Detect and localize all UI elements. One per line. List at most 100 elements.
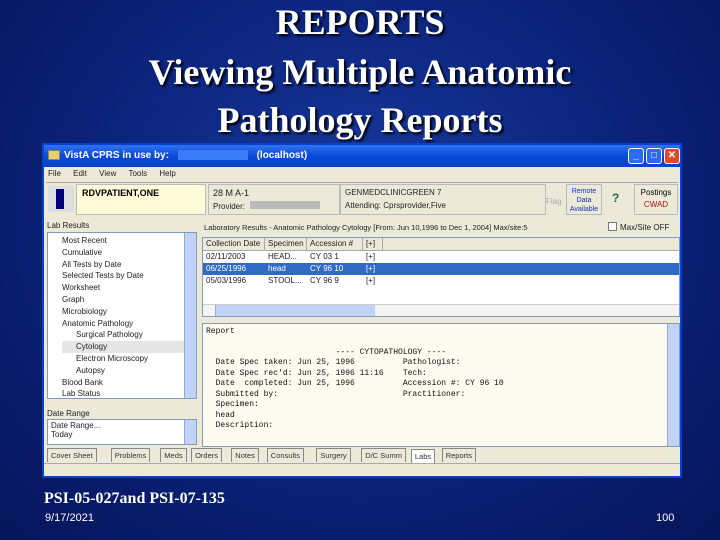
max-site-checkbox[interactable] (608, 222, 617, 231)
column-header[interactable]: Accession # (307, 238, 363, 250)
report-label: Report (206, 327, 235, 336)
close-button[interactable]: ✕ (664, 148, 680, 164)
cprs-window: VistA CPRS in use by: (localhost) _ □ ✕ … (42, 143, 682, 478)
tree-item[interactable]: Most Recent (62, 235, 196, 247)
remote-data-button[interactable]: Remote Data Available (566, 184, 602, 215)
tree-item[interactable]: Electron Microscopy (62, 353, 196, 365)
maximize-button[interactable]: □ (646, 148, 662, 164)
title-bar: VistA CPRS in use by: (localhost) _ □ ✕ (44, 145, 680, 167)
table-row[interactable]: 05/03/1996 STOOL... CY 96 9 [+] (203, 275, 679, 287)
table-cell: 06/25/1996 (206, 264, 247, 273)
provider-label: Provider: (213, 202, 246, 211)
table-cell: CY 96 9 (310, 276, 339, 285)
results-list[interactable]: Collection Date Specimen Accession # [+] 02… (202, 237, 680, 317)
lab-results-tree[interactable]: Most Recent Cumulative All Tests by Date Se… (47, 232, 197, 399)
menu-bar: File Edit View Tools Help (48, 169, 176, 178)
menu-view[interactable]: View (99, 169, 116, 178)
tree-item[interactable]: Surgical Pathology (62, 329, 196, 341)
flag-button[interactable]: Flag (546, 197, 562, 206)
report-line: Specimen: (206, 400, 259, 409)
tree-item[interactable]: Selected Tests by Date (62, 270, 196, 282)
report-line: ---- CYTOPATHOLOGY ---- (206, 347, 447, 357)
table-cell: 02/11/2003 (206, 252, 246, 261)
table-row[interactable]: 02/11/2003 HEAD... CY 03 1 [+] (203, 251, 679, 263)
table-cell: [+] (366, 276, 376, 285)
encounter-info[interactable]: GENMEDCLINICGREEN 7 Attending: Cprsprovi… (340, 184, 546, 215)
tab-problems[interactable]: Problems (110, 448, 151, 462)
tree-item[interactable]: All Tests by Date (62, 259, 196, 271)
tab-cover-sheet[interactable]: Cover Sheet (47, 448, 97, 462)
date-range-scrollbar[interactable] (184, 420, 196, 444)
tab-d-c-summ[interactable]: D/C Summ (361, 448, 406, 462)
tab-bar: Cover Sheet Problems Meds Orders Notes Consul… (47, 448, 679, 463)
date-range-label: Date Range (47, 409, 90, 418)
tree-item[interactable]: Graph (62, 294, 196, 306)
postings-button[interactable]: Postings CWAD (634, 184, 678, 215)
date-range-item[interactable]: Date Range... (51, 421, 193, 430)
tab-orders[interactable]: Orders (191, 448, 223, 462)
report-line: Description: (206, 421, 274, 430)
table-cell: head (268, 264, 286, 273)
patient-demographics: 28 M A-1 (213, 188, 250, 198)
column-header[interactable]: Specimen (265, 238, 307, 250)
window-title: VistA CPRS in use by: (64, 150, 170, 161)
slide-title-line-1: REPORTS (275, 2, 445, 42)
table-cell: HEAD... (268, 252, 297, 261)
date-range-item[interactable]: Today (51, 430, 193, 439)
tab-surgery[interactable]: Surgery (316, 448, 351, 462)
slide-footer-text: PSI-05-027and PSI-07-135 (44, 490, 225, 507)
column-header[interactable]: Collection Date (203, 238, 265, 250)
menu-edit[interactable]: Edit (73, 169, 87, 178)
tree-item[interactable]: Autopsy (62, 365, 196, 377)
horizontal-scrollbar[interactable] (203, 304, 679, 316)
status-bar (44, 463, 680, 476)
menu-help[interactable]: Help (159, 169, 175, 178)
tree-item[interactable]: Anatomic Pathology (62, 318, 196, 330)
patient-bar: RDVPATIENT,ONE 28 M A-1 Provider: GENMED… (46, 182, 678, 215)
report-panel[interactable]: Report ---- CYTOPATHOLOGY ---- Date Spec… (202, 323, 680, 447)
slide-page-number: 100 (656, 512, 675, 524)
tree-item[interactable]: Blood Bank (62, 377, 196, 389)
max-site-label: Max/Site OFF (620, 223, 670, 232)
tree-scrollbar[interactable] (184, 233, 196, 398)
menu-file[interactable]: File (48, 169, 61, 178)
tree-item[interactable]: Cytology (62, 341, 196, 353)
report-line: Date Spec taken: Jun 25, 1996 Pathologis… (206, 358, 461, 367)
minimize-button[interactable]: _ (628, 148, 644, 164)
report-line: Date Spec rec'd: Jun 25, 1996 11:16 Tech… (206, 368, 427, 378)
menu-tools[interactable]: Tools (128, 169, 147, 178)
tab-consults[interactable]: Consults (266, 448, 304, 462)
table-cell: STOOL... (268, 276, 302, 285)
tab-notes[interactable]: Notes (231, 448, 259, 462)
lab-results-label: Lab Results (47, 221, 90, 230)
patient-info[interactable]: 28 M A-1 Provider: (208, 184, 340, 215)
patient-icon (48, 186, 74, 212)
table-row[interactable]: 06/25/1996 head CY 96 10 [+] (203, 263, 679, 275)
tab-meds[interactable]: Meds (160, 448, 187, 462)
table-cell: CY 96 10 (310, 264, 344, 273)
tree-item[interactable]: Worksheet (62, 282, 196, 294)
app-icon (48, 150, 60, 160)
results-header: Laboratory Results - Anatomic Pathology … (204, 223, 528, 232)
tree-item[interactable]: Cumulative (62, 247, 196, 259)
table-cell: CY 03 1 (310, 252, 339, 261)
date-range-list[interactable]: Date Range... Today (47, 419, 197, 445)
report-line: Date completed: Jun 25, 1996 Accession #… (206, 379, 504, 388)
postings-label: Postings (640, 188, 672, 197)
table-cell: [+] (366, 252, 376, 261)
postings-value: CWAD (643, 200, 669, 209)
slide-title-line-3: Pathology Reports (217, 100, 503, 140)
tree-item[interactable]: Microbiology (62, 306, 196, 318)
location: GENMEDCLINICGREEN 7 (345, 188, 442, 197)
report-scrollbar[interactable] (667, 324, 679, 446)
window-host: (localhost) (256, 150, 308, 161)
report-line: head (206, 410, 235, 420)
table-cell: [+] (366, 264, 376, 273)
tree-item[interactable]: Lab Status (62, 388, 196, 400)
patient-name-button[interactable]: RDVPATIENT,ONE (76, 184, 206, 215)
tab-reports[interactable]: Reports (441, 448, 476, 462)
help-icon[interactable]: ? (612, 191, 619, 205)
tab-labs[interactable]: Labs (410, 449, 436, 463)
attending: Attending: Cprsprovider,Five (345, 201, 446, 210)
column-header[interactable]: [+] (363, 238, 383, 250)
